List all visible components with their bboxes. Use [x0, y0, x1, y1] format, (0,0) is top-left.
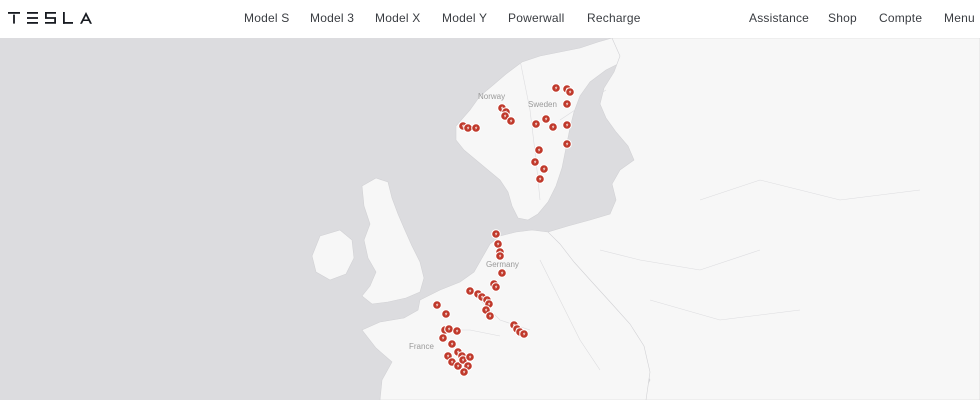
- charging-station-pin-icon[interactable]: [495, 251, 505, 261]
- label-france: France: [409, 342, 434, 351]
- charging-station-pin-icon[interactable]: [562, 139, 572, 149]
- label-sweden: Sweden: [528, 100, 557, 109]
- charging-station-pin-icon[interactable]: [548, 122, 558, 132]
- europe-map-canvas[interactable]: Norway Sweden Germany France: [0, 38, 980, 400]
- charging-station-pin-icon[interactable]: [465, 286, 475, 296]
- ireland-land: [311, 229, 355, 281]
- charging-station-pin-icon[interactable]: [541, 114, 551, 124]
- charging-station-pin-icon[interactable]: [452, 326, 462, 336]
- charging-station-pin-icon[interactable]: [493, 239, 503, 249]
- nav-model-3[interactable]: Model 3: [310, 11, 354, 25]
- nav-model-x[interactable]: Model X: [375, 11, 420, 25]
- charging-station-pin-icon[interactable]: [535, 174, 545, 184]
- charging-station-pin-icon[interactable]: [562, 99, 572, 109]
- charging-station-pin-icon[interactable]: [432, 300, 442, 310]
- charging-station-pin-icon[interactable]: [491, 282, 501, 292]
- label-norway: Norway: [478, 92, 505, 101]
- nav-model-s[interactable]: Model S: [244, 11, 289, 25]
- charging-station-pin-icon[interactable]: [562, 120, 572, 130]
- charging-station-pin-icon[interactable]: [497, 268, 507, 278]
- top-navigation-bar: Model S Model 3 Model X Model Y Powerwal…: [0, 0, 980, 38]
- nav-shop[interactable]: Shop: [828, 11, 857, 25]
- charging-station-pin-icon[interactable]: [465, 352, 475, 362]
- charging-station-pin-icon[interactable]: [441, 309, 451, 319]
- charging-station-pin-icon[interactable]: [444, 324, 454, 334]
- charging-station-pin-icon[interactable]: [531, 119, 541, 129]
- charging-station-pin-icon[interactable]: [534, 145, 544, 155]
- nav-account[interactable]: Compte: [879, 11, 922, 25]
- scandinavia-land: [455, 38, 641, 221]
- charging-station-pin-icon[interactable]: [491, 229, 501, 239]
- great-britain-land: [361, 177, 425, 305]
- label-germany: Germany: [486, 260, 519, 269]
- charging-station-pin-icon[interactable]: [463, 123, 473, 133]
- charging-station-pin-icon[interactable]: [530, 157, 540, 167]
- nav-menu[interactable]: Menu: [944, 11, 975, 25]
- nav-recharge[interactable]: Recharge: [587, 11, 641, 25]
- charging-station-pin-icon[interactable]: [485, 311, 495, 321]
- nav-assistance[interactable]: Assistance: [749, 11, 809, 25]
- charging-station-pin-icon[interactable]: [438, 333, 448, 343]
- charging-station-pin-icon[interactable]: [506, 116, 516, 126]
- tesla-logo[interactable]: [8, 10, 94, 26]
- charging-station-pin-icon[interactable]: [565, 87, 575, 97]
- charging-station-pin-icon[interactable]: [519, 329, 529, 339]
- charging-station-pin-icon[interactable]: [551, 83, 561, 93]
- nav-powerwall[interactable]: Powerwall: [508, 11, 565, 25]
- charging-station-pin-icon[interactable]: [539, 164, 549, 174]
- charging-station-pin-icon[interactable]: [471, 123, 481, 133]
- charging-station-pin-icon[interactable]: [459, 367, 469, 377]
- charging-station-pin-icon[interactable]: [447, 339, 457, 349]
- nav-model-y[interactable]: Model Y: [442, 11, 487, 25]
- supercharger-map[interactable]: Norway Sweden Germany France: [0, 38, 980, 400]
